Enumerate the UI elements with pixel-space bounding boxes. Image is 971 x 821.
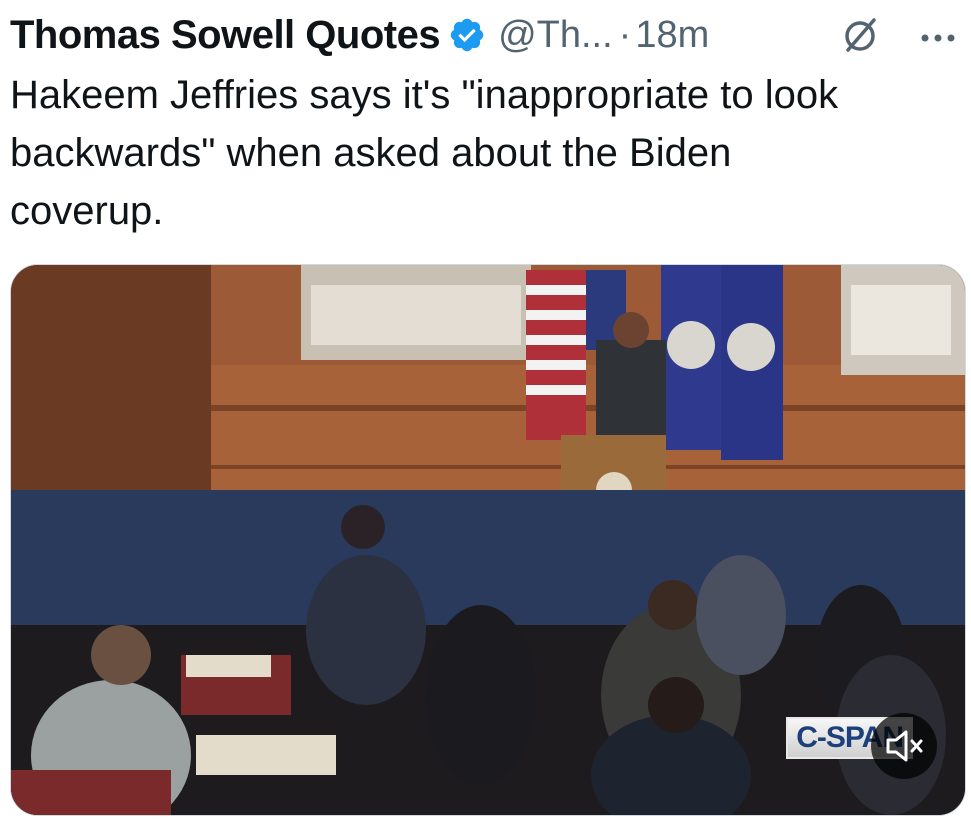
grok-icon[interactable]: [839, 14, 881, 56]
author-handle[interactable]: @Th...: [498, 14, 613, 57]
verified-badge-icon: [448, 16, 486, 54]
mute-button[interactable]: [871, 713, 937, 779]
author-name[interactable]: Thomas Sowell Quotes: [10, 13, 441, 58]
tweet-text: Hakeem Jeffries says it's "inappropriate…: [10, 73, 839, 233]
separator-dot: ·: [618, 13, 632, 56]
video-player[interactable]: C-SPAN: [10, 264, 966, 816]
tweet[interactable]: Thomas Sowell Quotes @Th... · 18m Hakeem…: [0, 0, 971, 821]
post-timestamp[interactable]: 18m: [635, 14, 709, 57]
tweet-header: Thomas Sowell Quotes @Th... · 18m: [10, 10, 961, 60]
more-icon[interactable]: [917, 16, 959, 56]
volume-muted-icon: [886, 730, 923, 762]
